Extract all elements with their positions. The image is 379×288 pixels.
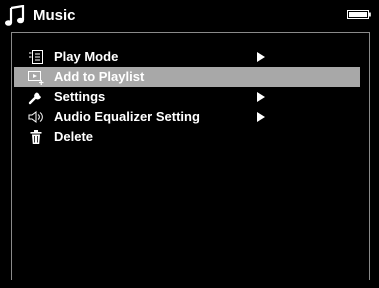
menu-list: Play Mode Add to Playlist Settings Audio… — [14, 47, 360, 147]
trash-icon — [30, 130, 42, 144]
menu-item-label: Delete — [54, 129, 94, 144]
speaker-icon — [28, 111, 43, 123]
screen: Music Play Mode Add to Playlist Settings… — [0, 0, 379, 288]
title-bar: Music — [0, 0, 379, 30]
menu-item-audio-equalizer[interactable]: Audio Equalizer Setting — [14, 107, 360, 127]
menu-item-label: Play Mode — [54, 49, 119, 64]
submenu-arrow-icon — [257, 52, 265, 62]
submenu-arrow-icon — [257, 112, 265, 122]
music-note-icon — [5, 5, 25, 26]
submenu-arrow-icon — [257, 92, 265, 102]
play-mode-icon — [29, 50, 43, 64]
add-to-playlist-icon — [28, 71, 44, 85]
page-title: Music — [33, 7, 76, 24]
menu-item-settings[interactable]: Settings — [14, 87, 360, 107]
menu-item-play-mode[interactable]: Play Mode — [14, 47, 360, 67]
menu-item-delete[interactable]: Delete — [14, 127, 360, 147]
wrench-icon — [28, 92, 41, 105]
menu-item-label: Add to Playlist — [54, 69, 145, 84]
menu-item-label: Audio Equalizer Setting — [54, 109, 200, 124]
menu-item-add-to-playlist[interactable]: Add to Playlist — [14, 67, 360, 87]
menu-item-label: Settings — [54, 89, 106, 104]
battery-icon — [347, 10, 371, 19]
